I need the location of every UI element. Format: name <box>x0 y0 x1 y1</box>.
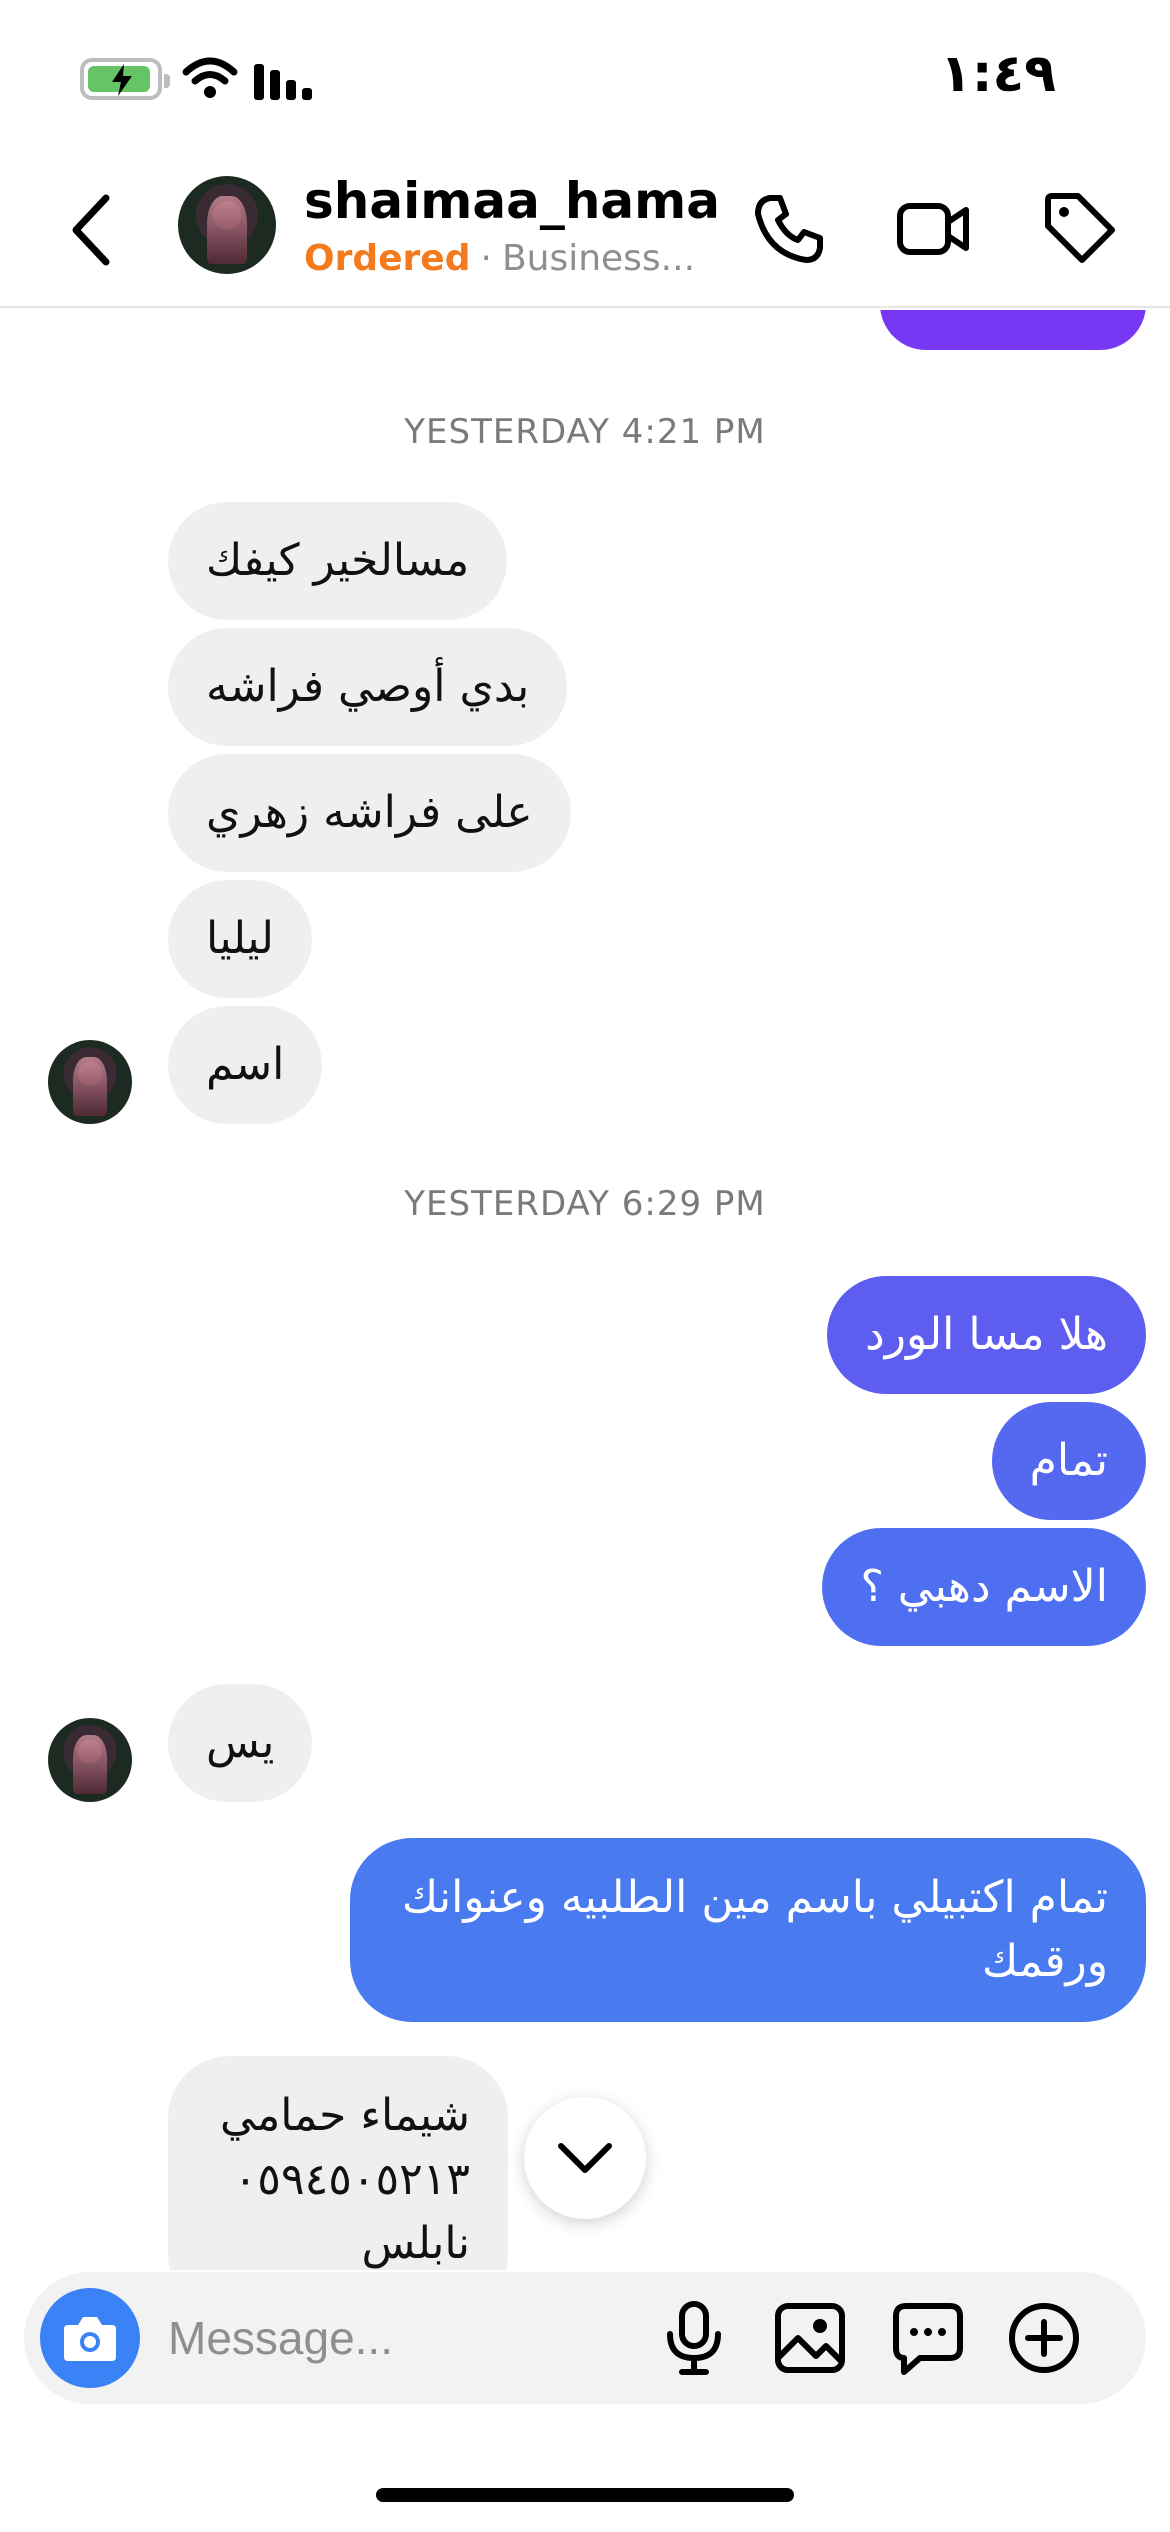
message-line: نابلس <box>361 2218 470 2269</box>
received-message[interactable]: على فراشه زهري <box>168 754 571 872</box>
timestamp: YESTERDAY 4:21 PM <box>404 412 766 452</box>
message-line: ٠٥٩٤٥٠٥٢١٣ <box>233 2154 470 2205</box>
status-bar: ١:٤٩ <box>0 0 1170 150</box>
sent-message[interactable]: الاسم دهبي ؟ <box>822 1528 1146 1646</box>
received-message[interactable]: اسم <box>168 1006 323 1124</box>
message-line: شيماء حمامي <box>220 2090 470 2141</box>
sent-message[interactable]: تمام اكتبيلي باسم مين الطلبيه وعنوانك ور… <box>350 1838 1146 2022</box>
order-status-label: Ordered <box>304 238 471 279</box>
cellular-signal-icon <box>254 64 312 100</box>
received-message[interactable]: مسالخير كيفك <box>168 502 508 620</box>
gallery-icon[interactable] <box>772 2300 848 2376</box>
received-message-multiline[interactable]: شيماء حمامي ٠٥٩٤٥٠٥٢١٣ نابلس <box>168 2056 508 2270</box>
sent-message[interactable]: هلا مسا الورد <box>827 1276 1146 1394</box>
sticker-icon[interactable] <box>890 2300 966 2376</box>
battery-icon <box>80 58 170 100</box>
timestamp: YESTERDAY 6:29 PM <box>404 1184 766 1224</box>
account-type-label: Business... <box>501 238 696 279</box>
received-message[interactable]: يس <box>168 1684 313 1802</box>
phone-icon[interactable] <box>750 190 826 266</box>
back-chevron-icon[interactable] <box>60 192 130 268</box>
battery-cap <box>164 74 170 88</box>
contact-subtitle[interactable]: Ordered · Business... <box>304 238 724 282</box>
camera-button[interactable] <box>40 2288 140 2388</box>
status-clock: ١:٤٩ <box>939 44 1056 104</box>
scroll-to-bottom-button[interactable] <box>524 2097 646 2219</box>
contact-avatar-small[interactable] <box>48 1040 132 1124</box>
home-indicator[interactable] <box>376 2488 794 2502</box>
contact-name[interactable]: shaimaa_hama... <box>304 172 724 232</box>
chat-header: shaimaa_hama... Ordered·Business... <box>0 150 1170 308</box>
received-message[interactable]: بدي أوصي فراشه <box>168 628 568 746</box>
contact-avatar-small[interactable] <box>48 1718 132 1802</box>
tag-icon[interactable] <box>1042 190 1118 266</box>
contact-avatar[interactable] <box>178 176 276 274</box>
microphone-icon[interactable] <box>656 2300 732 2376</box>
wifi-icon <box>182 57 238 98</box>
message-thread[interactable]: YESTERDAY 4:21 PM مسالخير كيفك بدي أوصي … <box>0 310 1170 2270</box>
subtitle-separator: · <box>480 238 492 279</box>
video-camera-icon[interactable] <box>896 190 972 266</box>
sent-message-partial[interactable] <box>880 310 1146 350</box>
chevron-down-icon <box>558 2143 612 2173</box>
message-input[interactable] <box>168 2298 648 2378</box>
message-composer <box>24 2272 1146 2404</box>
received-message[interactable]: ليليا <box>168 880 312 998</box>
sent-message[interactable]: تمام <box>991 1402 1146 1520</box>
charging-bolt-icon <box>112 64 132 96</box>
camera-icon <box>64 2317 116 2361</box>
plus-icon[interactable] <box>1006 2300 1082 2376</box>
